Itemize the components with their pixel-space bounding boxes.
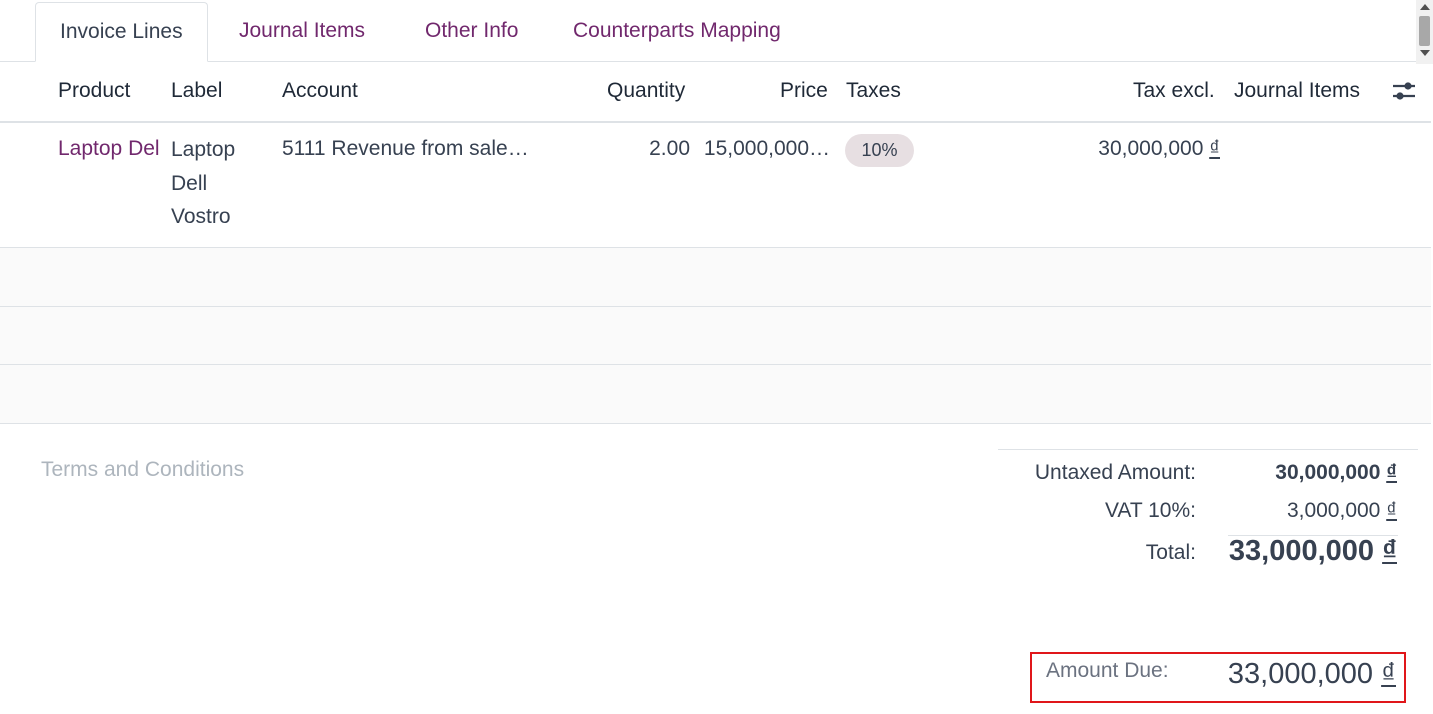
amount-due-highlight: Amount Due: 33,000,000 ₫ [1030,652,1406,703]
column-header-taxes[interactable]: Taxes [846,61,901,121]
amount-due-value: 33,000,000 ₫ [1228,658,1396,691]
cell-quantity[interactable]: 2.00 [600,137,690,161]
empty-row[interactable] [0,307,1431,365]
notebook-tabs: Invoice Lines Journal Items Other Info C… [0,0,1416,62]
totals-divider [998,449,1418,450]
cell-account[interactable]: 5111 Revenue from sale… [282,137,529,161]
total-value: 33,000,000 ₫ [1097,535,1397,568]
empty-row[interactable] [0,365,1431,424]
tab-journal-items[interactable]: Journal Items [239,2,365,60]
column-header-journal-items[interactable]: Journal Items [1234,61,1360,121]
sliders-icon[interactable] [1391,78,1417,104]
currency-symbol: ₫ [1386,461,1397,484]
vertical-scrollbar[interactable] [1416,0,1433,64]
currency-symbol: ₫ [1209,137,1220,160]
scroll-down-arrow-icon[interactable] [1420,50,1430,56]
scrollbar-thumb[interactable] [1419,16,1430,46]
column-header-product[interactable]: Product [58,61,130,121]
column-header-account[interactable]: Account [282,61,358,121]
cell-price[interactable]: 15,000,000… [700,137,830,161]
tab-invoice-lines[interactable]: Invoice Lines [35,2,208,62]
cell-product[interactable]: Laptop Del [58,137,166,161]
currency-symbol: ₫ [1381,658,1396,690]
total-number: 33,000,000 [1228,535,1375,567]
column-header-quantity[interactable]: Quantity [607,61,685,121]
vat-value: 3,000,000 ₫ [1097,499,1397,523]
terms-and-conditions-field[interactable]: Terms and Conditions [41,458,244,482]
currency-symbol: ₫ [1382,535,1397,567]
cell-label[interactable]: Laptop Dell Vostro [171,133,261,234]
scroll-up-arrow-icon[interactable] [1420,4,1430,10]
amount-due-number: 33,000,000 [1227,658,1374,690]
currency-symbol: ₫ [1386,499,1397,522]
vat-number: 3,000,000 [1286,499,1381,522]
cell-tax-excl: 30,000,000 ₫ [1020,137,1220,161]
table-row[interactable]: Laptop Del Laptop Dell Vostro 5111 Reven… [0,123,1431,248]
untaxed-amount-value: 30,000,000 ₫ [1097,461,1397,485]
empty-row[interactable] [0,248,1431,307]
untaxed-amount-number: 30,000,000 [1275,461,1381,484]
column-header-label[interactable]: Label [171,61,222,121]
column-header-tax-excl[interactable]: Tax excl. [1133,61,1215,121]
table-header: Product Label Account Quantity Price Tax… [0,61,1431,123]
amount-due-label: Amount Due: [1046,659,1169,682]
tab-other-info[interactable]: Other Info [425,2,518,60]
tax-badge[interactable]: 10% [845,134,914,167]
tax-excl-amount: 30,000,000 [1098,137,1204,160]
column-header-price[interactable]: Price [780,61,828,121]
tab-counterparts-mapping[interactable]: Counterparts Mapping [573,2,781,60]
